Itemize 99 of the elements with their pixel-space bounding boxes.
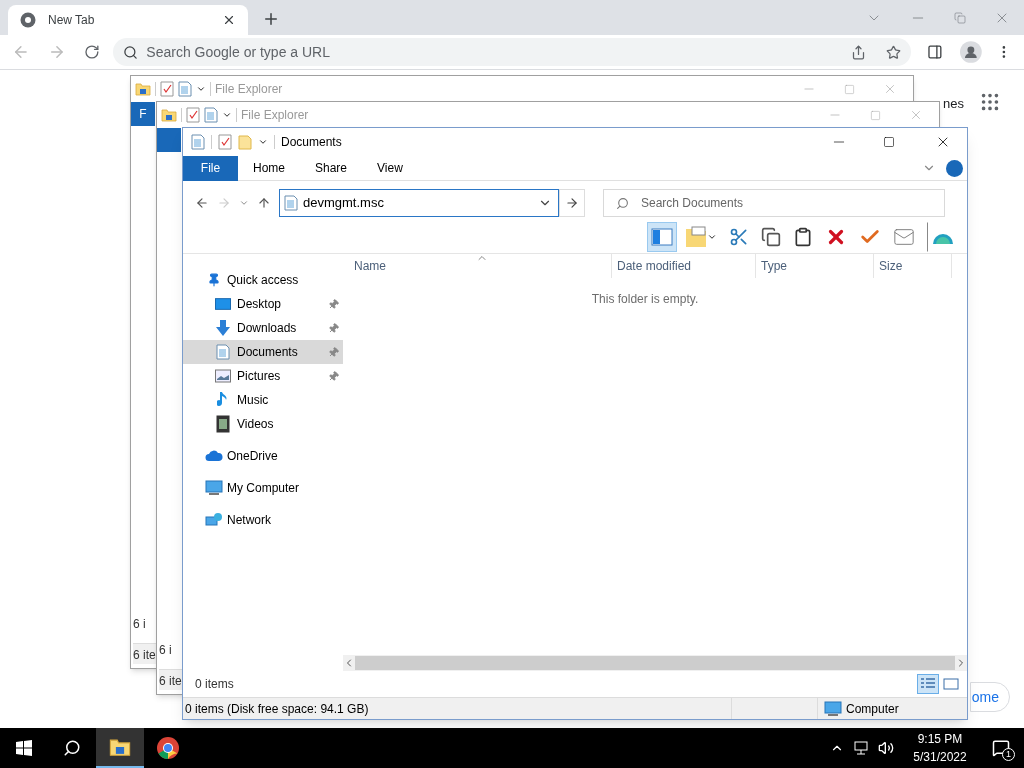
address-field[interactable]: devmgmt.msc bbox=[279, 189, 559, 217]
ribbon-tab[interactable]: Share bbox=[300, 155, 363, 181]
clock-time[interactable]: 9:15 PM bbox=[917, 730, 963, 748]
nav-item[interactable]: OneDrive bbox=[227, 447, 278, 465]
network-icon bbox=[205, 512, 223, 528]
properties-icon bbox=[191, 134, 205, 150]
arrow-right-icon bbox=[565, 196, 579, 210]
dropdown-icon[interactable] bbox=[258, 137, 268, 147]
notification-badge: 1 bbox=[1002, 748, 1015, 761]
search-field[interactable]: Search Documents bbox=[603, 189, 945, 217]
status-text: 6 i bbox=[159, 642, 173, 659]
desktop-icon bbox=[215, 297, 231, 311]
maximize-icon[interactable] bbox=[883, 136, 895, 148]
status-text: 0 items (Disk free space: 94.1 GB) bbox=[185, 700, 370, 718]
nav-item[interactable]: Downloads bbox=[183, 316, 343, 340]
folder-icon bbox=[238, 134, 252, 150]
tab-title: New Tab bbox=[48, 12, 96, 29]
chrome-icon bbox=[20, 12, 36, 28]
nav-label: Downloads bbox=[237, 320, 298, 337]
recent-locations-icon[interactable] bbox=[239, 198, 249, 208]
picture-icon bbox=[215, 369, 231, 383]
nav-label: Desktop bbox=[237, 296, 283, 313]
column-header[interactable]: Date modified bbox=[612, 254, 756, 278]
document-icon bbox=[284, 195, 298, 211]
document-icon bbox=[204, 107, 218, 123]
music-note-icon bbox=[217, 391, 229, 409]
omnibox[interactable]: Search Google or type a URL bbox=[113, 38, 911, 66]
ribbon-tab[interactable]: View bbox=[362, 155, 418, 181]
preview-pane-icon[interactable] bbox=[647, 221, 677, 252]
ribbon-file-tab[interactable]: F bbox=[131, 102, 155, 126]
search-icon bbox=[616, 196, 629, 210]
close-icon[interactable] bbox=[222, 13, 236, 27]
column-header[interactable]: Size bbox=[874, 254, 952, 278]
checked-document-icon bbox=[186, 107, 200, 123]
network-icon[interactable] bbox=[854, 741, 870, 755]
document-icon bbox=[216, 344, 230, 360]
nav-item[interactable]: My Computer bbox=[227, 479, 300, 497]
volume-icon[interactable] bbox=[878, 740, 894, 756]
notification-center-icon[interactable] bbox=[992, 739, 1010, 757]
column-header[interactable]: Type bbox=[756, 254, 874, 278]
monitor-icon bbox=[205, 480, 223, 496]
quick-access-icon bbox=[207, 273, 221, 287]
nav-label: Music bbox=[237, 392, 270, 409]
share-icon[interactable] bbox=[850, 44, 866, 60]
monitor-icon bbox=[824, 700, 842, 717]
profile-icon[interactable] bbox=[960, 41, 983, 63]
help-icon[interactable] bbox=[946, 159, 963, 177]
nav-item[interactable]: Network bbox=[227, 511, 271, 529]
film-icon bbox=[216, 415, 230, 433]
folder-icon bbox=[109, 736, 131, 758]
new-tab-icon[interactable] bbox=[262, 10, 280, 28]
nav-item[interactable]: Quick access bbox=[227, 271, 299, 289]
checked-document-icon bbox=[218, 134, 232, 150]
folder-icon bbox=[161, 107, 177, 123]
ribbon-tab[interactable]: Home bbox=[238, 155, 300, 181]
nav-item[interactable]: Documents bbox=[183, 340, 343, 364]
nav-item[interactable]: Pictures bbox=[183, 364, 343, 388]
side-panel-icon[interactable] bbox=[926, 44, 943, 60]
browser-tab[interactable]: New Tab bbox=[8, 5, 248, 35]
nav-item[interactable]: Music bbox=[183, 388, 343, 412]
nav-item[interactable]: Desktop bbox=[183, 292, 343, 316]
window-title: File Explorer bbox=[241, 107, 309, 124]
chrome-icon[interactable] bbox=[157, 737, 179, 759]
file-explorer-taskbar-button[interactable] bbox=[96, 728, 144, 768]
up-icon[interactable] bbox=[257, 196, 271, 210]
cloud-icon bbox=[205, 450, 223, 462]
details-view-icon[interactable] bbox=[917, 674, 939, 694]
customize-button[interactable]: ome bbox=[970, 682, 1010, 712]
document-icon bbox=[178, 81, 192, 97]
dropdown-icon[interactable] bbox=[196, 84, 206, 94]
windows-logo-icon[interactable] bbox=[16, 740, 32, 756]
images-link[interactable]: nes bbox=[943, 94, 964, 114]
status-text: 6 i bbox=[133, 616, 147, 633]
search-icon[interactable] bbox=[63, 739, 81, 757]
search-placeholder: Search Documents bbox=[641, 195, 744, 212]
status-location: Computer bbox=[846, 700, 899, 718]
reload-icon[interactable] bbox=[83, 44, 100, 60]
go-button[interactable] bbox=[559, 189, 585, 217]
nav-label: Pictures bbox=[237, 368, 282, 385]
empty-folder-message: This folder is empty. bbox=[591, 291, 699, 308]
window-title: Documents bbox=[281, 134, 342, 151]
search-icon bbox=[123, 44, 139, 60]
dropdown-icon[interactable] bbox=[222, 110, 232, 120]
download-icon bbox=[215, 319, 231, 337]
omnibox-placeholder: Search Google or type a URL bbox=[146, 42, 331, 62]
item-count: 0 items bbox=[195, 676, 235, 693]
bookmark-star-icon[interactable] bbox=[885, 44, 901, 60]
nav-label: Documents bbox=[237, 344, 299, 361]
back-icon[interactable] bbox=[195, 196, 209, 210]
column-header[interactable]: Name bbox=[349, 254, 612, 278]
ribbon-tab[interactable]: File bbox=[183, 155, 238, 181]
nav-item[interactable]: Videos bbox=[183, 412, 343, 436]
clock-date[interactable]: 5/31/2022 bbox=[913, 748, 967, 766]
folder-icon bbox=[135, 81, 151, 97]
apps-icon[interactable] bbox=[979, 91, 1001, 113]
window-title: File Explorer bbox=[215, 81, 283, 98]
nav-label: Videos bbox=[237, 416, 275, 433]
checked-document-icon bbox=[160, 81, 174, 97]
address-value: devmgmt.msc bbox=[303, 194, 385, 213]
